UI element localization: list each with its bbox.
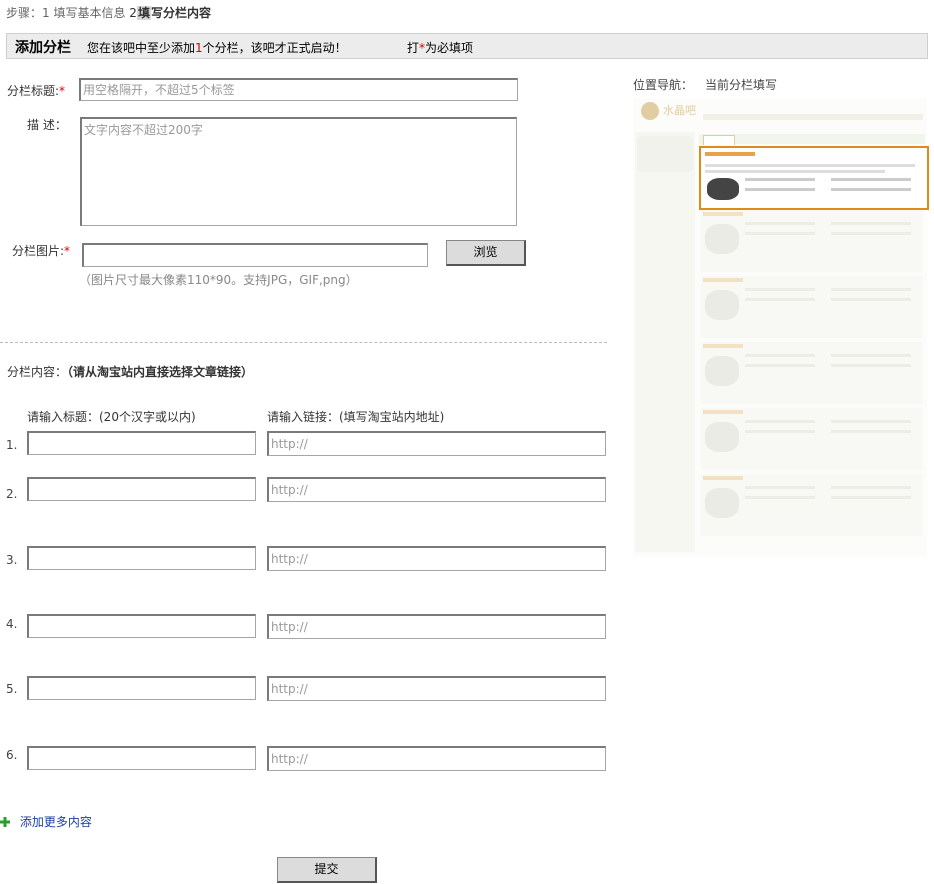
step-2-highlight: 填 bbox=[136, 6, 151, 20]
bracelet-image bbox=[637, 136, 693, 172]
page-title: 添加分栏 bbox=[15, 40, 71, 56]
row-link-input[interactable] bbox=[267, 614, 606, 639]
position-nav-value: 当前分栏填写 bbox=[705, 78, 778, 92]
add-more-link[interactable]: 添加更多内容 bbox=[0, 813, 92, 830]
row-link-input[interactable] bbox=[267, 477, 606, 502]
row-number: 3. bbox=[6, 553, 18, 567]
preview-logo-text: 水晶吧 bbox=[663, 104, 696, 117]
browse-button[interactable]: 浏览 bbox=[446, 240, 526, 266]
title-label-text: 分栏标题: bbox=[7, 84, 60, 98]
header-message-tail: 个分栏，该吧才正式启动！ bbox=[202, 41, 347, 55]
row-title-input[interactable] bbox=[27, 477, 256, 501]
row-link-input[interactable] bbox=[267, 746, 606, 771]
add-more-label[interactable]: 添加更多内容 bbox=[20, 815, 92, 829]
preview-card bbox=[701, 210, 923, 272]
section-divider bbox=[0, 342, 607, 343]
header-bar: 添加分栏 您在该吧中至少添加1个分栏，该吧才正式启动！ 打*为必填项 bbox=[6, 33, 928, 59]
description-textarea[interactable] bbox=[80, 117, 517, 226]
logo-icon bbox=[641, 102, 659, 120]
title-required-star: * bbox=[59, 84, 66, 98]
image-file-input[interactable] bbox=[82, 243, 428, 267]
content-section-note: （请从淘宝站内直接选择文章链接） bbox=[67, 365, 254, 379]
step-2-label: 写分栏内容 bbox=[150, 6, 211, 20]
step-indicator: 步骤：1 填写基本信息 2填写分栏内容 bbox=[6, 4, 211, 21]
row-number: 4. bbox=[6, 617, 18, 631]
description-label: 描 述： bbox=[27, 118, 67, 132]
required-note: 打*为必填项 bbox=[407, 39, 473, 56]
header-message-text: 您在该吧中至少添加 bbox=[87, 41, 196, 55]
header-message: 您在该吧中至少添加1个分栏，该吧才正式启动！ bbox=[87, 39, 347, 56]
row-number: 6. bbox=[6, 748, 18, 762]
column-title-input[interactable] bbox=[79, 78, 518, 101]
steps-prefix: 步骤： bbox=[6, 6, 43, 20]
link-column-header: 请输入链接：(填写淘宝站内地址) bbox=[267, 410, 445, 424]
submit-button[interactable]: 提交 bbox=[277, 857, 377, 883]
row-number: 1. bbox=[6, 438, 18, 452]
required-note-tail: 为必填项 bbox=[425, 41, 474, 55]
preview-topbar bbox=[703, 114, 923, 120]
row-link-input[interactable] bbox=[267, 431, 606, 456]
step-2-number: 2 bbox=[129, 6, 137, 20]
row-link-input[interactable] bbox=[267, 676, 606, 701]
preview-active-tab bbox=[703, 135, 735, 145]
preview-card bbox=[701, 342, 923, 404]
title-label: 分栏标题:* bbox=[7, 82, 65, 99]
required-note-prefix: 打 bbox=[407, 41, 420, 55]
preview-sidebar bbox=[635, 132, 695, 552]
header-message-count: 1 bbox=[195, 41, 203, 55]
preview-card bbox=[701, 474, 923, 536]
row-title-input[interactable] bbox=[27, 676, 256, 700]
image-label: 分栏图片:* bbox=[12, 242, 70, 259]
title-column-header: 请输入标题：(20个汉字或以内) bbox=[27, 410, 196, 424]
position-nav-label: 位置导航： bbox=[633, 78, 694, 92]
content-section-title: 分栏内容：（请从淘宝站内直接选择文章链接） bbox=[7, 363, 253, 380]
position-nav: 位置导航： 当前分栏填写 bbox=[633, 76, 777, 93]
row-title-input[interactable] bbox=[27, 614, 256, 638]
preview-highlight-box bbox=[699, 146, 929, 210]
content-section-label: 分栏内容： bbox=[7, 365, 68, 379]
image-hint: （图片尺寸最大像素110*90。支持JPG，GIF,png） bbox=[79, 273, 358, 287]
row-title-input[interactable] bbox=[27, 546, 256, 570]
preview-card bbox=[701, 276, 923, 338]
row-title-input[interactable] bbox=[27, 746, 256, 770]
row-number: 2. bbox=[6, 487, 18, 501]
plus-icon bbox=[0, 816, 10, 827]
preview-card bbox=[701, 408, 923, 470]
image-required-star: * bbox=[64, 244, 71, 258]
step-1: 1 填写基本信息 bbox=[42, 6, 126, 20]
image-label-text: 分栏图片: bbox=[12, 244, 65, 258]
row-link-input[interactable] bbox=[267, 546, 606, 571]
row-number: 5. bbox=[6, 682, 18, 696]
row-title-input[interactable] bbox=[27, 431, 256, 455]
